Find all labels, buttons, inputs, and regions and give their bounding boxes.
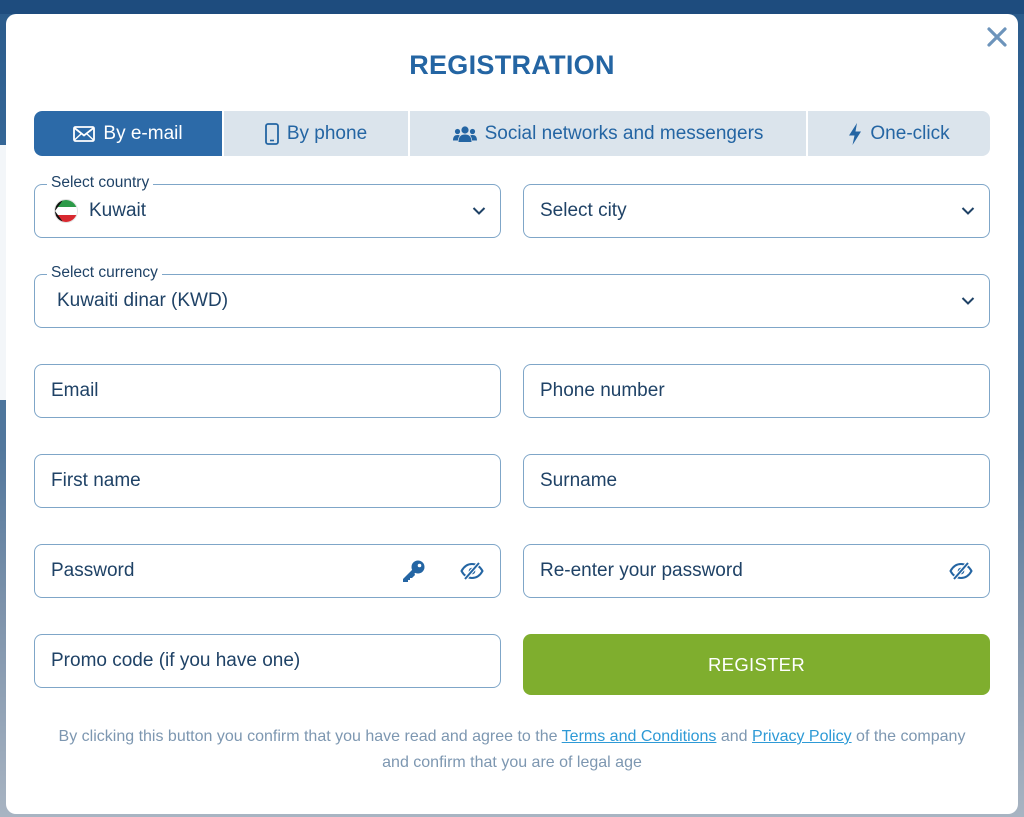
background-header-bar (0, 0, 1024, 14)
tab-label: One-click (870, 122, 950, 144)
terms-text-middle: and (716, 728, 753, 745)
lightning-icon (849, 122, 862, 145)
tab-by-email[interactable]: By e-mail (34, 111, 222, 156)
currency-legend: Select currency (47, 263, 162, 283)
modal-title: REGISTRATION (409, 50, 615, 80)
toggle-password-visibility-button[interactable] (460, 562, 484, 580)
email-field[interactable]: Email (34, 364, 501, 418)
promo-placeholder: Promo code (if you have one) (51, 650, 301, 671)
terms-text-after: of the company (851, 728, 966, 745)
register-button[interactable]: REGISTER (523, 634, 990, 695)
close-button[interactable] (982, 22, 1012, 52)
close-icon (987, 27, 1007, 47)
terms-text-line2: and confirm that you are of legal age (382, 754, 642, 771)
users-icon (452, 125, 477, 142)
tab-one-click[interactable]: One-click (806, 111, 990, 156)
key-icon (403, 560, 425, 582)
currency-select[interactable]: Select currency Kuwaiti dinar (KWD) (34, 263, 990, 328)
country-legend: Select country (47, 173, 154, 193)
reenter-password-placeholder: Re-enter your password (540, 560, 743, 581)
currency-value: Kuwaiti dinar (KWD) (57, 290, 229, 311)
tab-by-phone[interactable]: By phone (222, 111, 408, 156)
email-placeholder: Email (51, 380, 99, 401)
country-value: Kuwait (89, 200, 147, 221)
city-placeholder: Select city (540, 200, 627, 221)
phone-number-field[interactable]: Phone number (523, 364, 990, 418)
first-name-field[interactable]: First name (34, 454, 501, 508)
terms-notice: By clicking this button you confirm that… (34, 724, 990, 776)
chevron-down-icon (472, 207, 486, 215)
privacy-policy-link[interactable]: Privacy Policy (752, 728, 852, 745)
toggle-password-visibility-button[interactable] (949, 562, 973, 580)
phone-icon (264, 122, 279, 145)
surname-placeholder: Surname (540, 470, 618, 491)
surname-field[interactable]: Surname (523, 454, 990, 508)
tab-label: By e-mail (103, 122, 183, 144)
city-select[interactable]: Select city (523, 184, 990, 238)
chevron-down-icon (961, 207, 975, 215)
chevron-down-icon (961, 297, 975, 305)
eye-slash-icon (949, 562, 973, 580)
first-name-placeholder: First name (51, 470, 141, 491)
eye-slash-icon (460, 562, 484, 580)
envelope-icon (73, 125, 96, 142)
phone-placeholder: Phone number (540, 380, 665, 401)
registration-modal: REGISTRATION By e-mail By phone Social n… (6, 14, 1018, 814)
country-select[interactable]: Select country Kuwait (34, 173, 501, 238)
tab-label: By phone (286, 122, 368, 144)
reenter-password-field[interactable]: Re-enter your password (523, 544, 990, 598)
password-field[interactable]: Password (34, 544, 501, 598)
tab-social-networks[interactable]: Social networks and messengers (408, 111, 806, 156)
kuwait-flag-icon (55, 200, 77, 222)
promo-code-field[interactable]: Promo code (if you have one) (34, 634, 501, 688)
tab-label: Social networks and messengers (484, 122, 764, 144)
terms-text-before: By clicking this button you confirm that… (58, 728, 562, 745)
terms-and-conditions-link[interactable]: Terms and Conditions (562, 728, 717, 745)
registration-method-tabs: By e-mail By phone Social networks and m… (34, 111, 990, 156)
password-placeholder: Password (51, 560, 135, 581)
generate-password-button[interactable] (402, 559, 426, 583)
